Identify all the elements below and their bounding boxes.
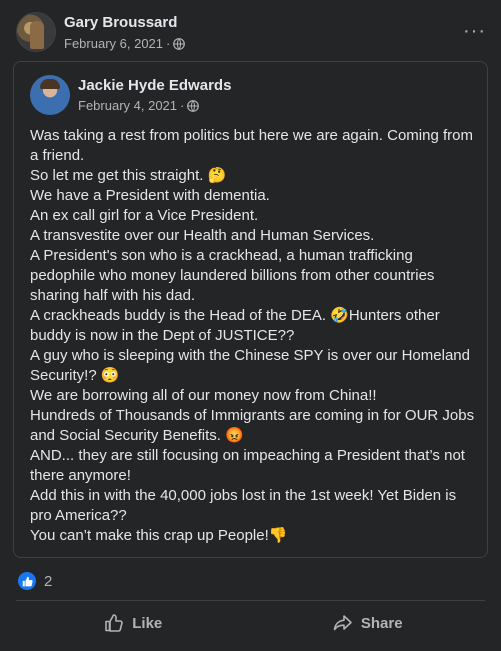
post-line: You can’t make this crap up People!👎: [30, 527, 288, 544]
reaction-count[interactable]: 2: [44, 573, 52, 590]
post-date[interactable]: February 6, 2021: [64, 36, 163, 51]
post-line: We have a President with dementia.: [30, 187, 270, 204]
post-header: Gary Broussard February 6, 2021 · ···: [16, 12, 486, 56]
shared-author-name[interactable]: Jackie Hyde Edwards: [78, 77, 231, 94]
share-label: Share: [360, 614, 403, 632]
meta-separator: ·: [180, 98, 185, 113]
like-reaction-icon: [18, 572, 36, 590]
post-actions: Like Share: [16, 604, 485, 642]
share-button[interactable]: Share: [251, 604, 486, 642]
globe-icon: [173, 37, 186, 50]
author-name[interactable]: Gary Broussard: [64, 14, 177, 31]
post-line: Was taking a rest from politics but here…: [30, 127, 473, 164]
post-line: An ex call girl for a Vice President.: [30, 207, 259, 224]
post-line: AND... they are still focusing on impeac…: [30, 447, 465, 484]
post-line: We are borrowing all of our money now fr…: [30, 387, 377, 404]
globe-icon: [187, 99, 200, 112]
shared-author-avatar[interactable]: [30, 75, 70, 115]
author-avatar[interactable]: [16, 12, 56, 52]
post-line: Hundreds of Thousands of Immigrants are …: [30, 407, 475, 444]
share-arrow-icon: [333, 615, 352, 631]
more-options-icon[interactable]: ···: [463, 20, 486, 43]
facebook-post-card: Gary Broussard February 6, 2021 · ··· Ja…: [0, 0, 501, 651]
shared-post-date[interactable]: February 4, 2021: [78, 98, 177, 113]
post-line: Add this in with the 40,000 jobs lost in…: [30, 487, 457, 524]
like-button[interactable]: Like: [16, 604, 251, 642]
reactions-summary[interactable]: 2: [18, 571, 52, 591]
post-body: Was taking a rest from politics but here…: [30, 126, 475, 546]
like-label: Like: [132, 614, 163, 632]
divider: [16, 600, 485, 601]
post-meta: February 6, 2021 ·: [64, 36, 186, 51]
shared-post: Jackie Hyde Edwards February 4, 2021 · W…: [13, 61, 488, 558]
shared-post-meta: February 4, 2021 ·: [78, 98, 200, 113]
post-line: So let me get this straight. 🤔: [30, 167, 227, 184]
post-line: A guy who is sleeping with the Chinese S…: [30, 347, 470, 384]
post-line: A President's son who is a crackhead, a …: [30, 247, 435, 304]
thumbs-up-icon: [105, 614, 123, 632]
post-line: A crackheads buddy is the Head of the DE…: [30, 307, 440, 344]
post-line: A transvestite over our Health and Human…: [30, 227, 375, 244]
meta-separator: ·: [166, 36, 171, 51]
